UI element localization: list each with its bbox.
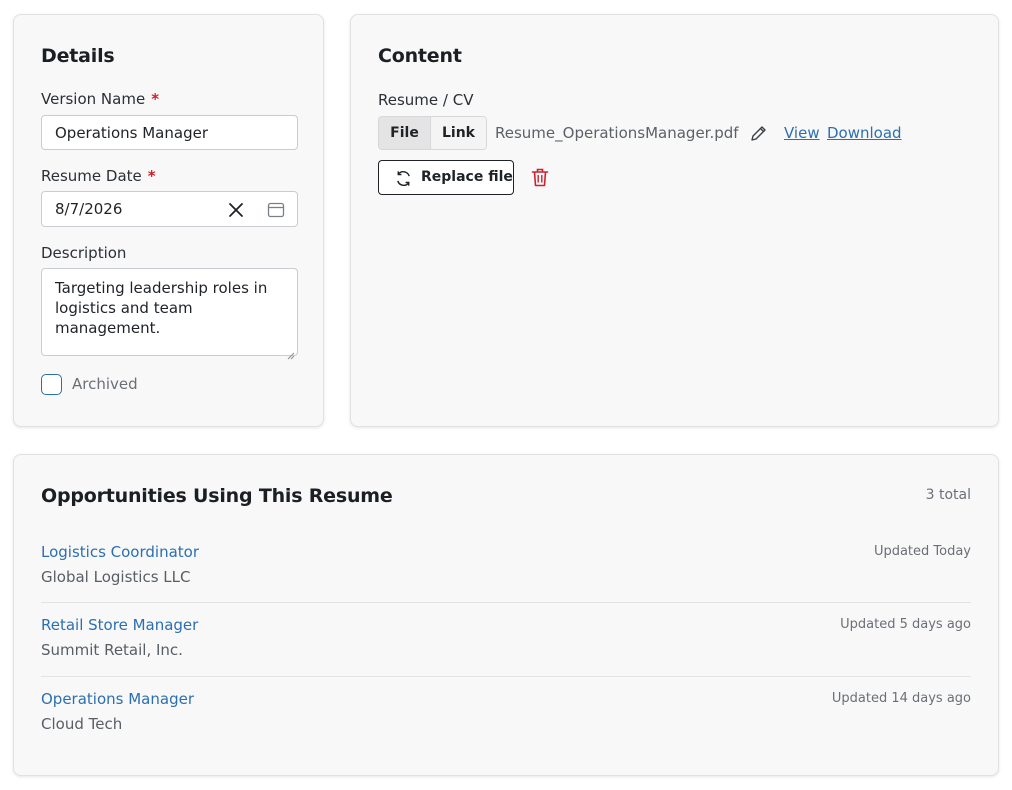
pencil-icon[interactable] [748,123,768,143]
opportunity-company: Summit Retail, Inc. [41,641,183,659]
calendar-icon[interactable] [266,200,286,220]
opportunity-company: Global Logistics LLC [41,568,191,586]
opportunity-updated: Updated Today [873,544,971,559]
resume-cv-label: Resume / CV [378,91,474,109]
download-link[interactable]: Download [827,124,902,142]
opportunity-title[interactable]: Retail Store Manager [41,616,198,634]
resize-handle-icon[interactable] [287,345,295,360]
file-name: Resume_OperationsManager.pdf [495,124,739,142]
required-marker: * [151,90,160,108]
opportunities-title: Opportunities Using This Resume [41,485,393,507]
view-link[interactable]: View [784,124,820,142]
opportunity-title[interactable]: Logistics Coordinator [41,543,199,561]
resume-date-input[interactable]: 8/7/2026 [41,191,298,227]
resume-date-label-text: Resume Date [41,167,142,185]
opportunity-title[interactable]: Operations Manager [41,690,194,708]
archived-label: Archived [72,375,138,393]
replace-file-button[interactable]: Replace file [378,160,514,195]
content-card: Content Resume / CV File Link Resume_Ope… [350,14,999,427]
version-name-value: Operations Manager [55,123,208,142]
description-textarea[interactable]: Targeting leadership roles in logistics … [41,268,298,360]
divider [41,676,971,677]
details-card: Details Version Name * Operations Manager… [13,14,324,427]
content-title: Content [378,45,462,67]
refresh-icon [393,168,413,188]
divider [41,602,971,603]
version-name-label-text: Version Name [41,90,146,108]
replace-file-label: Replace file [421,169,513,185]
source-toggle: File Link [378,116,487,150]
version-name-input[interactable]: Operations Manager [41,115,298,150]
trash-icon[interactable] [529,166,551,188]
tab-link[interactable]: Link [431,117,486,149]
required-marker: * [147,167,156,185]
resume-date-value: 8/7/2026 [55,200,123,218]
archived-checkbox[interactable] [41,374,62,395]
opportunities-total: 3 total [925,487,971,503]
close-icon[interactable] [226,200,246,220]
description-label: Description [41,244,127,262]
opportunity-company: Cloud Tech [41,715,123,733]
version-name-label: Version Name * [41,90,159,108]
description-value: Targeting leadership roles in logistics … [55,279,268,337]
details-title: Details [41,45,115,67]
opportunity-updated: Updated 5 days ago [840,617,971,632]
opportunity-updated: Updated 14 days ago [831,691,971,706]
resume-date-label: Resume Date * [41,167,156,185]
opportunities-card: Opportunities Using This Resume 3 total … [13,454,999,776]
tab-file[interactable]: File [379,117,431,149]
